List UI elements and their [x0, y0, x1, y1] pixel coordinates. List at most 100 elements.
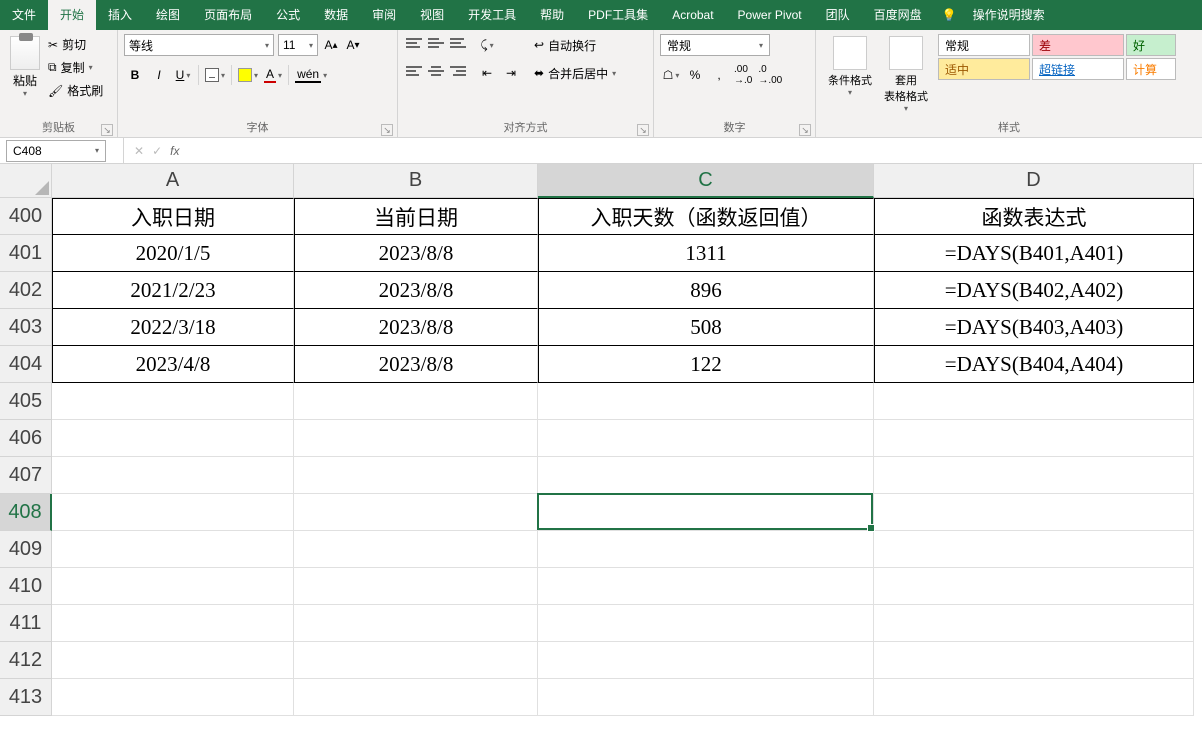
cell-A411[interactable] [52, 605, 294, 642]
cell-C413[interactable] [538, 679, 874, 716]
cell-A404[interactable]: 2023/4/8 [52, 346, 294, 383]
align-top-button[interactable] [404, 34, 424, 52]
align-left-button[interactable] [404, 62, 424, 80]
column-header-A[interactable]: A [52, 164, 294, 198]
tab-pdf-tools[interactable]: PDF工具集 [576, 0, 660, 30]
cell-C404[interactable]: 122 [538, 346, 874, 383]
cell-A401[interactable]: 2020/1/5 [52, 235, 294, 272]
tab-page-layout[interactable]: 页面布局 [192, 0, 264, 30]
tab-team[interactable]: 团队 [814, 0, 862, 30]
cell-style-hyperlink[interactable]: 超链接 [1032, 58, 1124, 80]
number-format-select[interactable]: 常规▾ [660, 34, 770, 56]
cell-D410[interactable] [874, 568, 1194, 605]
column-header-C[interactable]: C [538, 164, 874, 198]
percent-format-button[interactable]: % [684, 64, 706, 86]
row-header-406[interactable]: 406 [0, 420, 52, 457]
cell-A410[interactable] [52, 568, 294, 605]
row-header-409[interactable]: 409 [0, 531, 52, 568]
cell-D400[interactable]: 函数表达式 [874, 198, 1194, 235]
cell-A402[interactable]: 2021/2/23 [52, 272, 294, 309]
orientation-button[interactable]: ⤹▾ [476, 34, 498, 56]
align-middle-button[interactable] [426, 34, 446, 52]
fx-icon[interactable]: fx [170, 144, 179, 158]
tab-data[interactable]: 数据 [312, 0, 360, 30]
cell-D407[interactable] [874, 457, 1194, 494]
cell-style-bad[interactable]: 差 [1032, 34, 1124, 56]
cell-styles-gallery[interactable]: 常规 差 好 适中 超链接 计算 [938, 34, 1176, 80]
cell-B409[interactable] [294, 531, 538, 568]
paste-icon[interactable] [10, 36, 40, 70]
cell-C411[interactable] [538, 605, 874, 642]
cell-C412[interactable] [538, 642, 874, 679]
column-header-B[interactable]: B [294, 164, 538, 198]
cell-C408[interactable] [538, 494, 874, 531]
font-color-button[interactable]: A▾ [262, 64, 284, 86]
row-header-403[interactable]: 403 [0, 309, 52, 346]
name-box[interactable]: C408▾ [6, 140, 106, 162]
cell-A403[interactable]: 2022/3/18 [52, 309, 294, 346]
format-as-table-button[interactable]: 套用 表格格式▾ [878, 34, 934, 115]
cell-C403[interactable]: 508 [538, 309, 874, 346]
accounting-format-button[interactable]: ☖▾ [660, 64, 682, 86]
tab-formulas[interactable]: 公式 [264, 0, 312, 30]
align-bottom-button[interactable] [448, 34, 468, 52]
font-size-select[interactable]: 11▾ [278, 34, 318, 56]
tab-baidu-netdisk[interactable]: 百度网盘 [862, 0, 934, 30]
cell-C401[interactable]: 1311 [538, 235, 874, 272]
cell-D402[interactable]: =DAYS(B402,A402) [874, 272, 1194, 309]
comma-format-button[interactable]: , [708, 64, 730, 86]
worksheet-grid[interactable]: ABCD 40040140240340440540640740840941041… [0, 164, 1202, 738]
tab-review[interactable]: 审阅 [360, 0, 408, 30]
cell-D412[interactable] [874, 642, 1194, 679]
tell-me-search[interactable]: 操作说明搜索 [961, 0, 1057, 30]
cell-A408[interactable] [52, 494, 294, 531]
cell-B402[interactable]: 2023/8/8 [294, 272, 538, 309]
cell-B407[interactable] [294, 457, 538, 494]
cell-D411[interactable] [874, 605, 1194, 642]
underline-button[interactable]: U▾ [172, 64, 194, 86]
cell-style-good[interactable]: 好 [1126, 34, 1176, 56]
cell-B403[interactable]: 2023/8/8 [294, 309, 538, 346]
cell-style-calc[interactable]: 计算 [1126, 58, 1176, 80]
cell-B400[interactable]: 当前日期 [294, 198, 538, 235]
font-name-select[interactable]: 等线▾ [124, 34, 274, 56]
cell-A400[interactable]: 入职日期 [52, 198, 294, 235]
align-right-button[interactable] [448, 62, 468, 80]
cell-C406[interactable] [538, 420, 874, 457]
cell-B411[interactable] [294, 605, 538, 642]
borders-button[interactable]: ▾ [203, 64, 227, 86]
decrease-font-button[interactable]: A▾ [344, 36, 362, 54]
paste-dropdown[interactable]: ▾ [23, 89, 27, 98]
increase-decimal-button[interactable]: .00→.0 [732, 64, 754, 86]
cell-C405[interactable] [538, 383, 874, 420]
cancel-formula-icon[interactable]: ✕ [134, 144, 144, 158]
row-header-400[interactable]: 400 [0, 198, 52, 235]
fill-color-button[interactable]: ▾ [236, 64, 260, 86]
row-header-402[interactable]: 402 [0, 272, 52, 309]
cell-C409[interactable] [538, 531, 874, 568]
row-header-405[interactable]: 405 [0, 383, 52, 420]
row-header-401[interactable]: 401 [0, 235, 52, 272]
paste-button[interactable]: 粘贴 [13, 72, 37, 89]
confirm-formula-icon[interactable]: ✓ [152, 144, 162, 158]
row-header-408[interactable]: 408 [0, 494, 52, 531]
wrap-text-button[interactable]: ↩自动换行 [530, 34, 620, 56]
cell-C407[interactable] [538, 457, 874, 494]
cell-A405[interactable] [52, 383, 294, 420]
cell-A407[interactable] [52, 457, 294, 494]
cell-A412[interactable] [52, 642, 294, 679]
cell-D405[interactable] [874, 383, 1194, 420]
cell-D404[interactable]: =DAYS(B404,A404) [874, 346, 1194, 383]
select-all-corner[interactable] [0, 164, 52, 198]
cell-B406[interactable] [294, 420, 538, 457]
number-dialog-launcher[interactable]: ↘ [799, 124, 811, 136]
tab-help[interactable]: 帮助 [528, 0, 576, 30]
increase-indent-button[interactable]: ⇥ [500, 62, 522, 84]
cell-B410[interactable] [294, 568, 538, 605]
align-center-button[interactable] [426, 62, 446, 80]
cell-B408[interactable] [294, 494, 538, 531]
row-header-412[interactable]: 412 [0, 642, 52, 679]
row-header-411[interactable]: 411 [0, 605, 52, 642]
cell-A406[interactable] [52, 420, 294, 457]
cell-D406[interactable] [874, 420, 1194, 457]
